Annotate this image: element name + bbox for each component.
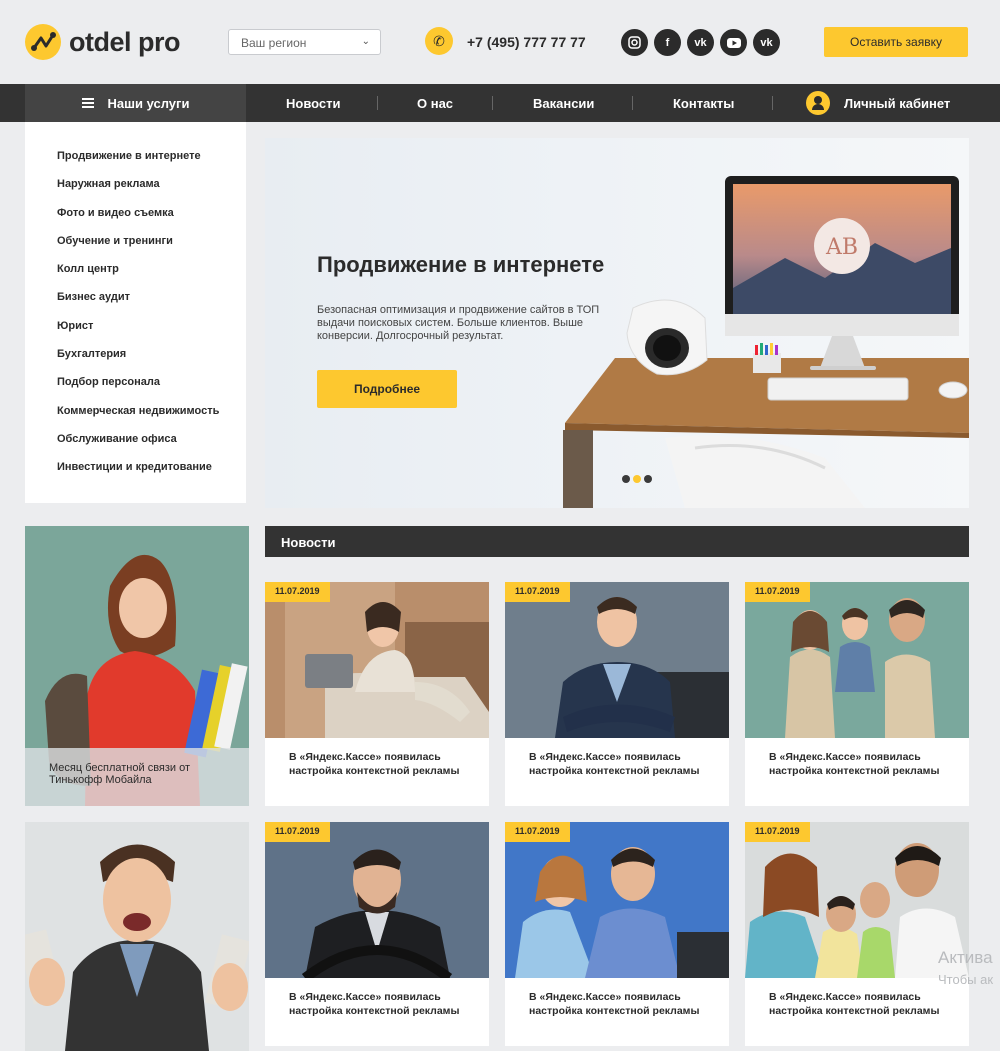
news-card-image — [745, 822, 969, 978]
news-card-image — [505, 822, 729, 978]
logo-text: otdel pro — [69, 26, 181, 57]
news-heading: Новости — [265, 526, 969, 557]
user-icon — [806, 91, 830, 115]
hero-more-button[interactable]: Подробнее — [317, 370, 457, 408]
news-title[interactable]: В «Яндекс.Кассе» появилась настройка кон… — [529, 990, 709, 1018]
nav-divider — [492, 96, 493, 110]
apply-button[interactable]: Оставить заявку — [824, 27, 968, 57]
sidebar-item-business-audit[interactable]: Бизнес аудит — [25, 291, 246, 319]
news-card-image — [505, 582, 729, 738]
news-card-image — [265, 822, 489, 978]
sidebar-item-investments[interactable]: Инвестиции и кредитование — [25, 461, 246, 489]
activation-watermark-sub: Чтобы ак — [938, 972, 994, 987]
sidebar-item-commercial-realty[interactable]: Коммерческая недвижимость — [25, 405, 246, 433]
nav-services-button[interactable]: Наши услуги — [25, 84, 246, 122]
promo-image — [25, 822, 249, 1051]
news-title[interactable]: В «Яндекс.Кассе» появилась настройка кон… — [769, 750, 949, 778]
activation-watermark: Актива — [938, 948, 993, 967]
sidebar-item-accounting[interactable]: Бухгалтерия — [25, 348, 246, 376]
promo-banner[interactable]: Месяц бесплатной связи от Тинькофф Мобай… — [25, 526, 249, 806]
news-card[interactable]: 11.07.2019 В «Яндекс.Кассе» появилась на… — [505, 582, 729, 806]
nav-item-cabinet[interactable]: Личный кабинет — [806, 84, 950, 122]
nav-services-label: Наши услуги — [107, 95, 190, 111]
nav-divider — [632, 96, 633, 110]
facebook-icon[interactable]: f — [654, 29, 681, 56]
news-title[interactable]: В «Яндекс.Кассе» появилась настройка кон… — [769, 990, 949, 1018]
news-date-badge: 11.07.2019 — [505, 582, 570, 602]
nav-cabinet-label: Личный кабинет — [844, 95, 951, 111]
news-date-badge: 11.07.2019 — [505, 822, 570, 842]
vk-icon[interactable]: vk — [753, 29, 780, 56]
sidebar-item-call-center[interactable]: Колл центр — [25, 263, 246, 291]
instagram-icon[interactable] — [621, 29, 648, 56]
nav-item-news[interactable]: Новости — [286, 84, 341, 122]
sidebar-item-photo-video[interactable]: Фото и видео съемка — [25, 207, 246, 235]
chevron-down-icon: ⌄ — [361, 36, 370, 47]
slider-dot-active[interactable] — [633, 475, 641, 483]
main-nav: Наши услуги Новости О нас Вакансии Конта… — [0, 84, 1000, 122]
vk-icon[interactable]: vk — [687, 29, 714, 56]
news-title[interactable]: В «Яндекс.Кассе» появилась настройка кон… — [529, 750, 709, 778]
news-card-image — [745, 582, 969, 738]
logo[interactable]: otdel pro — [25, 24, 181, 60]
nav-divider — [377, 96, 378, 110]
news-card[interactable]: 11.07.2019 В «Яндекс.Кассе» появилась на… — [505, 822, 729, 1046]
sidebar-item-training[interactable]: Обучение и тренинги — [25, 235, 246, 263]
menu-icon — [81, 96, 94, 110]
news-date-badge: 11.07.2019 — [745, 822, 810, 842]
hero-slider: AB Продвижение в интернете Безопасная оп… — [265, 138, 969, 508]
hero-description: Безопасная оптимизация и продвижение сай… — [317, 304, 600, 342]
region-select[interactable]: Ваш регион ⌄ — [228, 29, 381, 55]
news-card[interactable]: 11.07.2019 В «Яндекс.Кассе» появилась на… — [745, 582, 969, 806]
nav-divider — [772, 96, 773, 110]
slider-dot[interactable] — [622, 475, 630, 483]
nav-item-contacts[interactable]: Контакты — [673, 84, 734, 122]
news-title[interactable]: В «Яндекс.Кассе» появилась настройка кон… — [289, 990, 469, 1018]
news-date-badge: 11.07.2019 — [745, 582, 810, 602]
nav-item-about[interactable]: О нас — [417, 84, 453, 122]
monitor-logo-text: AB — [825, 235, 858, 260]
sidebar-item-office-service[interactable]: Обслуживание офиса — [25, 433, 246, 461]
slider-dot[interactable] — [644, 475, 652, 483]
sidebar-item-internet-promotion[interactable]: Продвижение в интернете — [25, 150, 246, 178]
hero-title: Продвижение в интернете — [317, 252, 605, 277]
header: otdel pro Ваш регион ⌄ ✆ +7 (495) 777 77… — [0, 0, 1000, 84]
sidebar-item-recruiting[interactable]: Подбор персонала — [25, 376, 246, 404]
promo-caption: Месяц бесплатной связи от Тинькофф Мобай… — [25, 748, 249, 806]
sidebar-item-outdoor-ads[interactable]: Наружная реклама — [25, 178, 246, 206]
news-date-badge: 11.07.2019 — [265, 582, 330, 602]
phone-number[interactable]: +7 (495) 777 77 77 — [467, 34, 586, 50]
region-placeholder: Ваш регион — [241, 36, 307, 50]
youtube-icon[interactable] — [720, 29, 747, 56]
services-sidebar: Продвижение в интернете Наружная реклама… — [25, 122, 246, 503]
news-card-image — [265, 582, 489, 738]
news-card[interactable]: 11.07.2019 В «Яндекс.Кассе» появилась на… — [265, 582, 489, 806]
news-card[interactable]: 11.07.2019 В «Яндекс.Кассе» появилась на… — [745, 822, 969, 1046]
nav-item-vacancies[interactable]: Вакансии — [533, 84, 594, 122]
sidebar-item-lawyer[interactable]: Юрист — [25, 320, 246, 348]
news-title[interactable]: В «Яндекс.Кассе» появилась настройка кон… — [289, 750, 469, 778]
logo-icon — [25, 24, 61, 60]
promo-banner[interactable] — [25, 822, 249, 1051]
news-date-badge: 11.07.2019 — [265, 822, 330, 842]
phone-icon: ✆ — [425, 27, 453, 55]
news-card[interactable]: 11.07.2019 В «Яндекс.Кассе» появилась на… — [265, 822, 489, 1046]
